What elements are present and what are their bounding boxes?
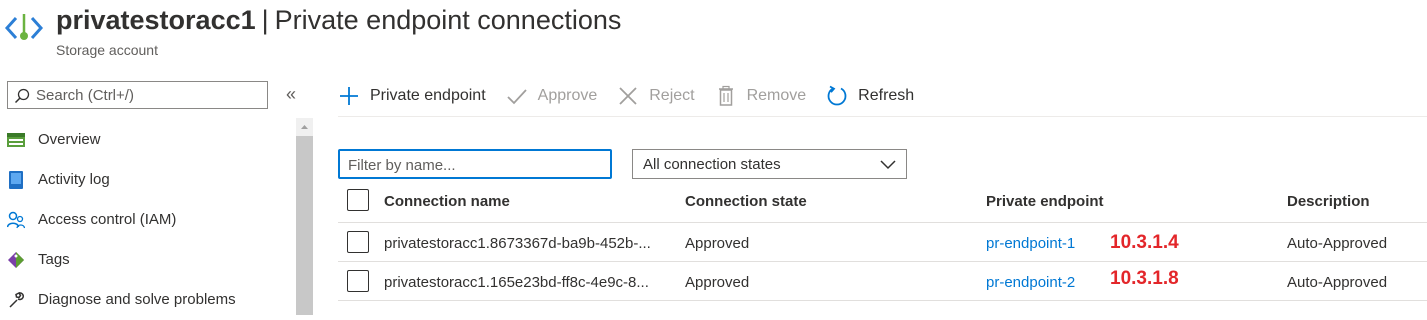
blade-title: Private endpoint connections <box>274 5 622 35</box>
command-bar: Private endpoint Approve Reject Remove R… <box>338 80 934 112</box>
approve-button[interactable]: Approve <box>506 85 598 107</box>
resource-type-subtitle: Storage account <box>56 42 158 58</box>
column-header-description[interactable]: Description <box>1287 193 1370 210</box>
connection-name-cell: privatestoracc1.165e23bd-ff8c-4e9c-8... <box>384 274 649 291</box>
filter-by-name-field[interactable] <box>338 149 612 179</box>
sidebar-item-tags[interactable]: Tags <box>0 240 296 280</box>
tag-icon <box>8 252 24 268</box>
private-endpoint-link[interactable]: pr-endpoint-2 <box>986 274 1075 291</box>
connection-state-selected: All connection states <box>643 156 781 173</box>
sidebar-search[interactable] <box>7 81 268 109</box>
header-divider <box>338 222 1427 223</box>
description-cell: Auto-Approved <box>1287 274 1388 291</box>
add-private-endpoint-label: Private endpoint <box>370 87 486 104</box>
sidebar-item-label: Overview <box>38 131 101 148</box>
reject-button[interactable]: Reject <box>617 85 695 107</box>
sidebar-item-activity-log[interactable]: Activity log <box>0 160 296 200</box>
approve-label: Approve <box>537 87 598 104</box>
column-header-private-endpoint[interactable]: Private endpoint <box>986 193 1104 210</box>
connection-name-cell: privatestoracc1.8673367d-ba9b-452b-... <box>384 235 651 252</box>
sidebar-item-label: Tags <box>38 251 70 268</box>
description-cell: Auto-Approved <box>1287 235 1388 252</box>
row-checkbox[interactable] <box>347 270 369 292</box>
sidebar-item-label: Access control (IAM) <box>38 211 177 228</box>
sidebar-item-label: Activity log <box>38 171 110 188</box>
sidebar-nav: Overview Activity log Access control (IA… <box>0 120 296 320</box>
plus-icon <box>340 87 358 105</box>
wrench-icon <box>9 292 24 308</box>
ip-address-annotation: 10.3.1.8 <box>1110 268 1179 289</box>
add-private-endpoint-button[interactable]: Private endpoint <box>338 85 486 107</box>
search-input[interactable] <box>36 84 261 106</box>
access-control-icon <box>7 211 25 229</box>
filter-by-name-input[interactable] <box>348 155 598 175</box>
select-all-checkbox[interactable] <box>347 189 369 211</box>
reject-label: Reject <box>649 87 695 104</box>
trash-icon <box>718 85 733 106</box>
activity-log-icon <box>9 171 23 189</box>
row-divider <box>338 300 1427 301</box>
ip-address-annotation: 10.3.1.4 <box>1110 232 1179 253</box>
refresh-icon <box>827 85 847 106</box>
row-checkbox[interactable] <box>347 231 369 253</box>
search-icon <box>14 88 30 104</box>
close-icon <box>619 87 637 105</box>
private-endpoint-icon <box>4 14 44 40</box>
column-header-connection-name[interactable]: Connection name <box>384 193 510 210</box>
column-header-connection-state[interactable]: Connection state <box>685 193 807 210</box>
sidebar-item-diagnose[interactable]: Diagnose and solve problems <box>0 280 296 320</box>
connection-state-cell: Approved <box>685 235 750 252</box>
private-endpoint-link[interactable]: pr-endpoint-1 <box>986 235 1075 252</box>
scroll-up-arrow-icon[interactable] <box>296 118 313 136</box>
remove-label: Remove <box>746 87 807 104</box>
refresh-label: Refresh <box>858 87 915 104</box>
checkmark-icon <box>507 89 527 105</box>
refresh-button[interactable]: Refresh <box>826 85 914 107</box>
overview-icon <box>7 133 25 147</box>
toolbar-divider <box>338 116 1427 117</box>
page-title: privatestoracc1 | Private endpoint connect… <box>56 2 621 38</box>
row-divider <box>338 261 1427 262</box>
connection-state-dropdown[interactable]: All connection states <box>632 149 907 179</box>
resource-name: privatestoracc1 <box>56 5 256 35</box>
sidebar-item-access-control[interactable]: Access control (IAM) <box>0 200 296 240</box>
title-separator: | <box>261 5 269 35</box>
remove-button[interactable]: Remove <box>715 85 807 107</box>
collapse-sidebar-button[interactable]: « <box>286 84 296 105</box>
sidebar-scrollbar-thumb[interactable] <box>296 136 313 315</box>
connection-state-cell: Approved <box>685 274 750 291</box>
chevron-down-icon <box>880 160 896 170</box>
sidebar-item-label: Diagnose and solve problems <box>38 291 236 308</box>
sidebar-item-overview[interactable]: Overview <box>0 120 296 160</box>
